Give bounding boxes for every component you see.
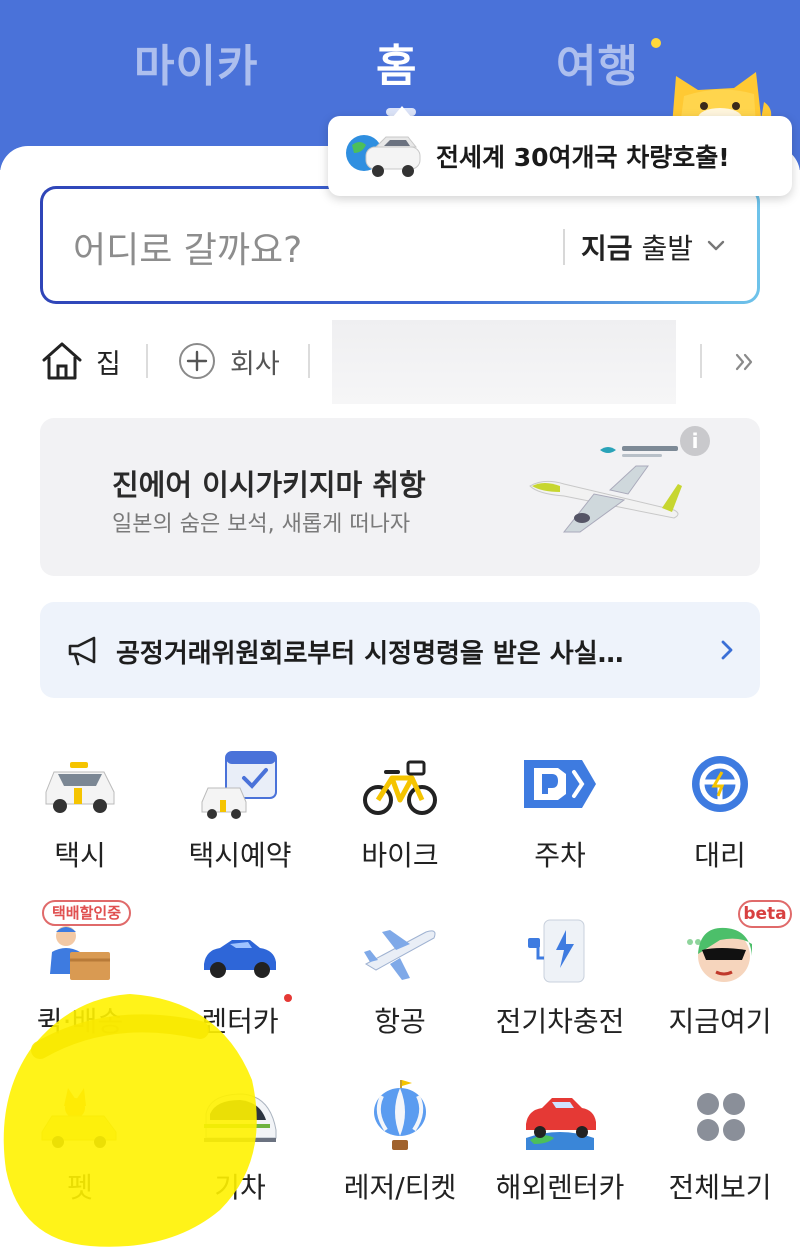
service-label: 전기차충전: [495, 1005, 625, 1038]
chevron-right-icon: [721, 640, 733, 660]
service-label: 퀵·배송: [36, 1005, 124, 1038]
service-train[interactable]: 기차: [160, 1072, 320, 1232]
departure-time-selector[interactable]: 지금 출발: [581, 227, 693, 267]
service-label: 기차: [214, 1171, 266, 1204]
bike-icon: [363, 760, 437, 815]
airplane-icon: [364, 930, 436, 980]
service-delivery[interactable]: 택배할인중 퀵·배송: [0, 900, 160, 1066]
service-label: 펫: [67, 1171, 93, 1204]
airplane-illustration-icon: [529, 465, 682, 533]
service-leisure-ticket[interactable]: 레저/티켓: [320, 1072, 480, 1232]
service-airplane[interactable]: 항공: [320, 906, 480, 1066]
service-label: 주차: [534, 839, 586, 872]
saved-places-row: 집 회사: [40, 320, 760, 404]
service-rental-car[interactable]: 렌터카: [160, 906, 320, 1066]
tab-home[interactable]: 홈: [376, 30, 417, 94]
service-parking[interactable]: 주차: [480, 740, 640, 900]
notice-bar[interactable]: 공정거래위원회로부터 시정명령을 받은 사실…: [40, 602, 760, 698]
ad-info-icon[interactable]: i: [680, 426, 710, 456]
place-home[interactable]: 집: [96, 342, 121, 381]
home-icon[interactable]: [40, 340, 84, 382]
beta-badge: beta: [738, 900, 792, 928]
banner-title: 진에어 이시가키지마 취항: [112, 468, 426, 502]
designated-driver-icon: [692, 756, 748, 812]
search-divider: [563, 229, 565, 265]
service-label: 렌터카: [201, 1005, 279, 1038]
ad-banner[interactable]: 진에어 이시가키지마 취항 일본의 숨은 보석, 새롭게 떠나자 i: [40, 418, 760, 576]
place-divider: [146, 344, 148, 378]
new-dot-indicator: [651, 38, 661, 48]
service-label: 레저/티켓: [343, 1171, 457, 1204]
service-label: 항공: [374, 1005, 426, 1038]
service-designated-driver[interactable]: 대리: [640, 740, 800, 900]
chevron-down-icon: [707, 240, 725, 251]
service-pet[interactable]: 펫: [0, 1072, 160, 1232]
destination-search-box[interactable]: 어디로 갈까요? 지금 출발: [40, 186, 760, 304]
tab-travel[interactable]: 여행: [556, 30, 639, 94]
pet-taxi-icon: [41, 1088, 117, 1148]
service-label: 전체보기: [668, 1171, 772, 1204]
service-overseas-rental[interactable]: 해외렌터카: [480, 1072, 640, 1232]
service-label: 택시예약: [188, 839, 292, 872]
double-chevron-right-icon[interactable]: [734, 350, 754, 374]
service-ev-charging[interactable]: 전기차충전: [480, 906, 640, 1066]
banner-subtitle: 일본의 숨은 보석, 새롭게 떠나자: [112, 512, 411, 537]
taxi-reservation-icon: [201, 751, 277, 819]
parking-icon: [524, 760, 596, 808]
notice-text: 공정거래위원회로부터 시정명령을 받은 사실…: [116, 639, 624, 669]
service-bike[interactable]: 바이크: [320, 740, 480, 900]
taxi-icon: [45, 762, 115, 813]
tooltip-caret: [392, 106, 412, 118]
place-company[interactable]: 회사: [230, 342, 280, 381]
overseas-rental-icon: [526, 1098, 596, 1150]
service-label: 해외렌터카: [495, 1171, 625, 1204]
promo-badge: 택배할인중: [42, 900, 132, 926]
blurred-recent-place[interactable]: [332, 320, 676, 404]
service-grid: 택시 택시예약 바이크 주차 대리 택배할인중 퀵·배송 렌터카 항공 전기차충…: [0, 740, 800, 1220]
global-ride-tooltip[interactable]: 전세계 30여개국 차량호출!: [328, 116, 792, 196]
service-now-here[interactable]: beta 지금여기: [640, 900, 800, 1066]
megaphone-icon: [68, 636, 96, 666]
add-place-icon[interactable]: [178, 342, 216, 380]
view-all-icon: [697, 1093, 745, 1141]
search-placeholder: 어디로 갈까요?: [73, 230, 303, 271]
ev-charging-icon: [528, 919, 585, 983]
service-taxi-reservation[interactable]: 택시예약: [160, 740, 320, 900]
service-taxi[interactable]: 택시: [0, 740, 160, 900]
tab-mycar[interactable]: 마이카: [134, 30, 258, 94]
tooltip-text: 전세계 30여개국 차량호출!: [436, 143, 730, 172]
departure-now: 지금: [581, 232, 633, 265]
place-divider: [308, 344, 310, 378]
service-label: 지금여기: [668, 1005, 772, 1038]
train-icon: [204, 1093, 277, 1142]
globe-car-icon: [346, 135, 421, 177]
rental-car-icon: [204, 940, 276, 978]
balloon-icon: [374, 1080, 426, 1150]
service-view-all[interactable]: 전체보기: [640, 1072, 800, 1232]
departure-label: 출발: [641, 232, 693, 265]
place-divider: [700, 344, 702, 378]
service-label: 바이크: [361, 839, 439, 872]
service-label: 택시: [54, 839, 106, 872]
service-label: 대리: [694, 839, 746, 872]
